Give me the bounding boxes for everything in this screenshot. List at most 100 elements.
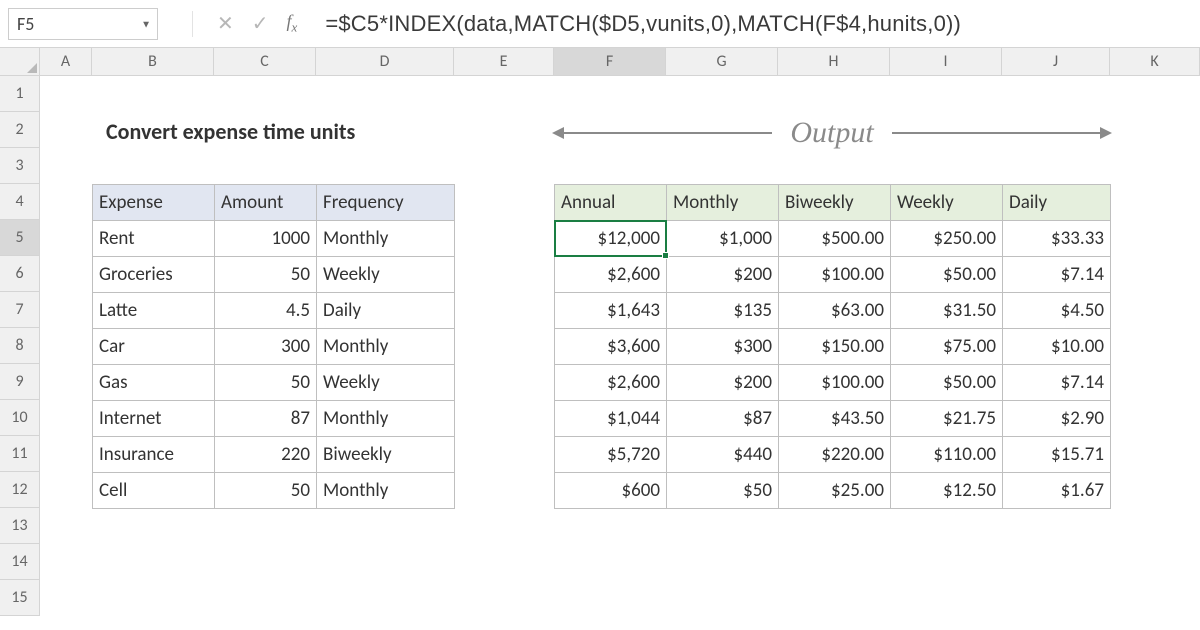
output-header[interactable]: Daily xyxy=(1003,185,1111,221)
row-header-3[interactable]: 3 xyxy=(0,148,39,184)
cell[interactable]: Car xyxy=(93,329,215,365)
enter-icon[interactable]: ✓ xyxy=(252,11,269,36)
col-header-B[interactable]: B xyxy=(92,48,214,75)
cell[interactable]: $87 xyxy=(667,401,779,437)
cell[interactable]: $1.67 xyxy=(1003,473,1111,509)
cell[interactable]: $200 xyxy=(667,257,779,293)
cell[interactable]: $31.50 xyxy=(891,293,1003,329)
cell[interactable]: $5,720 xyxy=(555,437,667,473)
cell[interactable]: $150.00 xyxy=(779,329,891,365)
cell[interactable]: $440 xyxy=(667,437,779,473)
cell[interactable]: Daily xyxy=(317,293,455,329)
cell[interactable]: $50.00 xyxy=(891,365,1003,401)
cell[interactable]: Monthly xyxy=(317,473,455,509)
chevron-down-icon[interactable]: ▼ xyxy=(141,17,151,30)
row-header-11[interactable]: 11 xyxy=(0,436,39,472)
cell[interactable]: Rent xyxy=(93,221,215,257)
cell[interactable]: $600 xyxy=(555,473,667,509)
col-header-K[interactable]: K xyxy=(1110,48,1200,75)
row-header-6[interactable]: 6 xyxy=(0,256,39,292)
row-header-14[interactable]: 14 xyxy=(0,544,39,580)
cell[interactable]: $1,000 xyxy=(667,221,779,257)
row-header-15[interactable]: 15 xyxy=(0,580,39,616)
cell[interactable]: Weekly xyxy=(317,257,455,293)
cell[interactable]: $250.00 xyxy=(891,221,1003,257)
cell[interactable]: Monthly xyxy=(317,401,455,437)
cell[interactable]: $500.00 xyxy=(779,221,891,257)
cell[interactable]: $1,044 xyxy=(555,401,667,437)
cell[interactable]: $100.00 xyxy=(779,257,891,293)
row-header-8[interactable]: 8 xyxy=(0,328,39,364)
cell-area[interactable]: Convert expense time units Output Expens… xyxy=(40,76,1200,630)
cell[interactable]: $33.33 xyxy=(1003,221,1111,257)
cell[interactable]: $3,600 xyxy=(555,329,667,365)
formula-input[interactable]: =$C5*INDEX(data,MATCH($D5,vunits,0),MATC… xyxy=(325,8,1196,40)
cell[interactable]: Biweekly xyxy=(317,437,455,473)
input-header[interactable]: Amount xyxy=(215,185,317,221)
cell[interactable]: $220.00 xyxy=(779,437,891,473)
input-header[interactable]: Frequency xyxy=(317,185,455,221)
col-header-D[interactable]: D xyxy=(316,48,454,75)
cell[interactable]: $2,600 xyxy=(555,365,667,401)
cell[interactable]: $1,643 xyxy=(555,293,667,329)
cell[interactable]: 50 xyxy=(215,473,317,509)
cell[interactable]: $12,000 xyxy=(555,221,667,257)
cell[interactable]: $50 xyxy=(667,473,779,509)
cell[interactable]: Insurance xyxy=(93,437,215,473)
row-header-9[interactable]: 9 xyxy=(0,364,39,400)
col-header-E[interactable]: E xyxy=(454,48,554,75)
cell[interactable]: $2,600 xyxy=(555,257,667,293)
cell[interactable]: $135 xyxy=(667,293,779,329)
cell[interactable]: 220 xyxy=(215,437,317,473)
cell[interactable]: Internet xyxy=(93,401,215,437)
output-header[interactable]: Annual xyxy=(555,185,667,221)
output-header[interactable]: Monthly xyxy=(667,185,779,221)
cell[interactable]: 50 xyxy=(215,257,317,293)
cell[interactable]: $7.14 xyxy=(1003,365,1111,401)
cell[interactable]: Latte xyxy=(93,293,215,329)
cell[interactable]: $4.50 xyxy=(1003,293,1111,329)
cell[interactable]: $63.00 xyxy=(779,293,891,329)
cell[interactable]: Weekly xyxy=(317,365,455,401)
cell[interactable]: Monthly xyxy=(317,221,455,257)
cell[interactable]: $25.00 xyxy=(779,473,891,509)
cell[interactable]: $12.50 xyxy=(891,473,1003,509)
cell[interactable]: 1000 xyxy=(215,221,317,257)
cell[interactable]: Gas xyxy=(93,365,215,401)
row-header-10[interactable]: 10 xyxy=(0,400,39,436)
input-header[interactable]: Expense xyxy=(93,185,215,221)
cell[interactable]: 4.5 xyxy=(215,293,317,329)
cell[interactable]: $43.50 xyxy=(779,401,891,437)
cell[interactable]: Monthly xyxy=(317,329,455,365)
cell[interactable]: Groceries xyxy=(93,257,215,293)
cell[interactable]: $75.00 xyxy=(891,329,1003,365)
select-all-corner[interactable] xyxy=(0,48,40,76)
row-header-4[interactable]: 4 xyxy=(0,184,39,220)
col-header-C[interactable]: C xyxy=(214,48,316,75)
cell[interactable]: $10.00 xyxy=(1003,329,1111,365)
cell[interactable]: $300 xyxy=(667,329,779,365)
cell[interactable]: Cell xyxy=(93,473,215,509)
cell[interactable]: $21.75 xyxy=(891,401,1003,437)
col-header-G[interactable]: G xyxy=(666,48,778,75)
col-header-F[interactable]: F xyxy=(554,48,666,75)
cancel-icon[interactable]: ✕ xyxy=(217,11,234,36)
fx-icon[interactable]: fx xyxy=(287,11,298,36)
cell[interactable]: $2.90 xyxy=(1003,401,1111,437)
cell[interactable]: $50.00 xyxy=(891,257,1003,293)
col-header-J[interactable]: J xyxy=(1002,48,1110,75)
name-box[interactable]: F5 ▼ xyxy=(8,8,158,40)
cell[interactable]: $200 xyxy=(667,365,779,401)
cell[interactable]: 87 xyxy=(215,401,317,437)
cell[interactable]: $100.00 xyxy=(779,365,891,401)
row-header-5[interactable]: 5 xyxy=(0,220,39,256)
output-header[interactable]: Biweekly xyxy=(779,185,891,221)
cell[interactable]: 300 xyxy=(215,329,317,365)
col-header-H[interactable]: H xyxy=(778,48,890,75)
output-header[interactable]: Weekly xyxy=(891,185,1003,221)
col-header-A[interactable]: A xyxy=(40,48,92,75)
row-header-7[interactable]: 7 xyxy=(0,292,39,328)
cell[interactable]: 50 xyxy=(215,365,317,401)
row-header-2[interactable]: 2 xyxy=(0,112,39,148)
col-header-I[interactable]: I xyxy=(890,48,1002,75)
